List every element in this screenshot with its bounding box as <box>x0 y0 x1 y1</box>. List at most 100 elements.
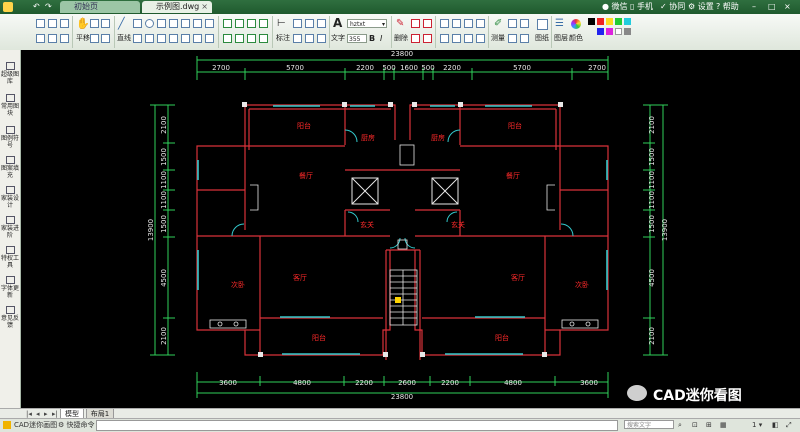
ellipse-icon[interactable] <box>193 19 202 28</box>
redo-edit-icon[interactable] <box>411 34 420 43</box>
pan-icon[interactable]: ✋ <box>76 18 90 30</box>
print-icon[interactable] <box>36 34 45 43</box>
first-tab-icon[interactable]: |◂ <box>26 410 32 418</box>
ray-icon[interactable] <box>205 34 214 43</box>
drawing-canvas[interactable]: 23800 2700 5700 2200 500 1600 500 2200 5… <box>21 50 800 408</box>
eraser-icon[interactable]: ✎ <box>396 18 404 30</box>
sidebar-item-blocks[interactable]: 常用图块 <box>1 94 19 117</box>
search-text-input[interactable]: 搜索文字 <box>624 420 674 429</box>
spline-icon[interactable] <box>181 19 190 28</box>
undo-edit-icon[interactable] <box>423 19 432 28</box>
help-button[interactable]: ? 帮助 <box>716 1 739 13</box>
dim-leader-icon[interactable] <box>317 34 326 43</box>
dim-angle-icon[interactable] <box>293 34 302 43</box>
zoom-in-icon[interactable] <box>90 19 99 28</box>
open-icon[interactable] <box>36 19 45 28</box>
hatch-icon[interactable] <box>169 34 178 43</box>
tab-home[interactable]: 初始页 <box>60 1 140 13</box>
search-icon[interactable]: ⌕ <box>678 420 682 430</box>
view-4-icon[interactable] <box>476 19 485 28</box>
zoom-window-icon[interactable] <box>90 34 99 43</box>
sidebar-item-gallery[interactable]: 超级图库 <box>1 62 19 85</box>
dim-linear-icon[interactable] <box>293 19 302 28</box>
app-logo[interactable] <box>3 2 13 12</box>
extend-icon[interactable] <box>247 34 256 43</box>
tab-drawing[interactable]: 示例图.dwg × <box>142 1 212 13</box>
prev-tab-icon[interactable]: ◂ <box>36 410 40 418</box>
sidebar-item-fonts[interactable]: 字体更新 <box>1 276 19 299</box>
bold-button[interactable]: B <box>369 34 375 43</box>
measure-area-icon[interactable] <box>508 19 517 28</box>
dim-cont-icon[interactable] <box>305 34 314 43</box>
point-icon[interactable] <box>157 34 166 43</box>
dimension-icon[interactable]: ⊢ <box>277 18 286 30</box>
sidebar-item-feedback[interactable]: 意见反馈 <box>1 306 19 329</box>
view-3-icon[interactable] <box>464 19 473 28</box>
phone-button[interactable]: ▯ 手机 <box>630 1 653 13</box>
ortho-icon[interactable]: ⊡ <box>692 420 698 430</box>
swatch-green[interactable] <box>615 18 622 25</box>
export-icon[interactable] <box>48 34 57 43</box>
trim-icon[interactable] <box>235 34 244 43</box>
sidebar-item-interior-adv[interactable]: 家装进阶 <box>1 216 19 239</box>
rotate-icon[interactable] <box>247 19 256 28</box>
swatch-cyan[interactable] <box>624 18 631 25</box>
view-5-icon[interactable] <box>440 34 449 43</box>
sidebar-item-hatch[interactable]: 图案填充 <box>1 156 19 179</box>
last-tab-icon[interactable]: ▸| <box>52 410 58 418</box>
color-icon[interactable] <box>571 19 581 29</box>
wechat-button[interactable]: ● 微信 <box>602 1 628 13</box>
grid-icon[interactable]: ▦ <box>720 420 727 430</box>
zoom-extents-icon[interactable] <box>101 34 110 43</box>
xline-icon[interactable] <box>205 19 214 28</box>
cloud-icon[interactable] <box>133 34 142 43</box>
swatch-red[interactable] <box>597 18 604 25</box>
polyline-icon[interactable] <box>133 19 142 28</box>
view-7-icon[interactable] <box>464 34 473 43</box>
collab-button[interactable]: ✓ 协同 <box>660 1 685 13</box>
view-2-icon[interactable] <box>452 19 461 28</box>
snap-icon[interactable]: ⊞ <box>706 420 712 430</box>
arc-icon[interactable] <box>157 19 166 28</box>
layout-icon[interactable] <box>537 19 548 30</box>
command-input[interactable] <box>96 420 618 431</box>
saveas-icon[interactable] <box>60 19 69 28</box>
line-icon[interactable]: ╱ <box>118 18 125 30</box>
region-icon[interactable] <box>193 34 202 43</box>
font-select[interactable]: hztxt ▾ <box>347 19 387 28</box>
measure-length-icon[interactable] <box>520 19 529 28</box>
move-icon[interactable] <box>223 19 232 28</box>
swatch-white[interactable] <box>615 28 622 35</box>
sketch-icon[interactable] <box>181 34 190 43</box>
measure-coord-icon[interactable] <box>520 34 529 43</box>
maximize-icon[interactable]: □ <box>768 1 776 13</box>
quick-command-button[interactable]: ⚙ 快捷命令 <box>58 420 95 430</box>
settings-button[interactable]: ⚙ 设置 <box>688 1 714 13</box>
fullscreen-icon[interactable]: ⤢ <box>786 420 792 430</box>
next-tab-icon[interactable]: ▸ <box>44 410 48 418</box>
sidebar-item-vip-tools[interactable]: 特权工具 <box>1 246 19 269</box>
erase-icon[interactable] <box>423 34 432 43</box>
close-icon[interactable]: × <box>784 1 791 13</box>
swatch-yellow[interactable] <box>606 18 613 25</box>
size-select[interactable]: 355 <box>347 34 367 43</box>
close-tab-icon[interactable]: × <box>201 1 208 13</box>
polygon-icon[interactable] <box>145 34 154 43</box>
copy-icon[interactable] <box>235 19 244 28</box>
swatch-black[interactable] <box>588 18 595 25</box>
scale-icon[interactable] <box>259 34 268 43</box>
view-8-icon[interactable] <box>476 34 485 43</box>
offset-icon[interactable] <box>223 34 232 43</box>
view-icon[interactable]: ◧ <box>772 420 779 430</box>
rect-icon[interactable] <box>169 19 178 28</box>
view-1-icon[interactable] <box>440 19 449 28</box>
undo-icon[interactable]: ↶ <box>33 1 40 13</box>
text-icon[interactable]: A <box>333 17 342 30</box>
redo-icon[interactable]: ↷ <box>45 1 52 13</box>
swatch-gray[interactable] <box>624 28 631 35</box>
italic-button[interactable]: I <box>380 34 382 43</box>
circle-icon[interactable] <box>145 19 154 28</box>
zoom-out-icon[interactable] <box>101 19 110 28</box>
swatch-blue[interactable] <box>597 28 604 35</box>
minimize-icon[interactable]: – <box>752 1 756 13</box>
